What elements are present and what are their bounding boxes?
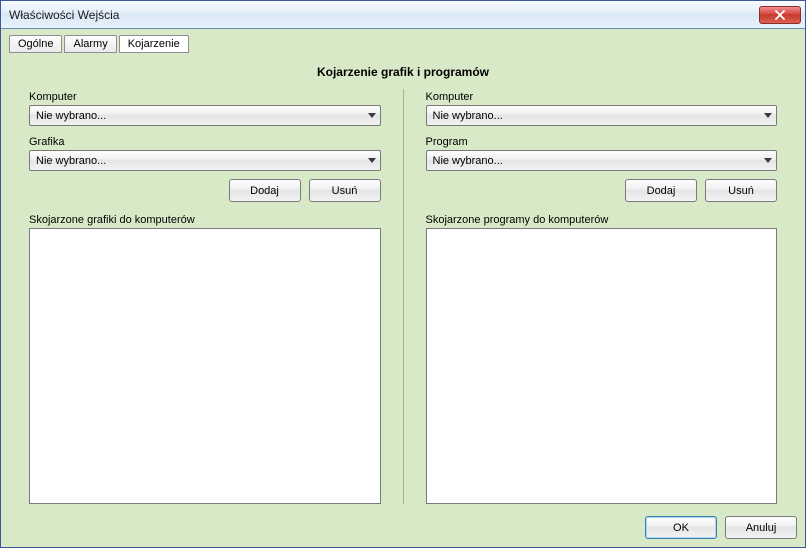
right-button-row: Dodaj Usuń <box>426 179 778 202</box>
chevron-down-icon <box>764 113 772 118</box>
columns: Komputer Nie wybrano... Grafika Nie wybr… <box>9 89 797 504</box>
right-program-label: Program <box>426 136 778 148</box>
dialog-window: Właściwości Wejścia Ogólne Alarmy Kojarz… <box>0 0 806 548</box>
left-column: Komputer Nie wybrano... Grafika Nie wybr… <box>9 89 401 504</box>
left-graphic-value: Nie wybrano... <box>36 155 364 167</box>
chevron-down-icon <box>368 158 376 163</box>
right-computer-value: Nie wybrano... <box>433 110 761 122</box>
column-divider <box>403 89 404 504</box>
left-delete-button[interactable]: Usuń <box>309 179 381 202</box>
tab-strip: Ogólne Alarmy Kojarzenie <box>9 35 797 53</box>
chevron-down-icon <box>368 113 376 118</box>
left-add-button[interactable]: Dodaj <box>229 179 301 202</box>
right-program-value: Nie wybrano... <box>433 155 761 167</box>
right-delete-button[interactable]: Usuń <box>705 179 777 202</box>
right-listbox[interactable] <box>426 228 778 504</box>
close-button[interactable] <box>759 6 801 24</box>
left-computer-dropdown[interactable]: Nie wybrano... <box>29 105 381 126</box>
window-title: Właściwości Wejścia <box>9 8 759 22</box>
cancel-button[interactable]: Anuluj <box>725 516 797 539</box>
left-button-row: Dodaj Usuń <box>29 179 381 202</box>
left-computer-value: Nie wybrano... <box>36 110 364 122</box>
page-heading: Kojarzenie grafik i programów <box>9 65 797 79</box>
right-list-label: Skojarzone programy do komputerów <box>426 214 778 226</box>
left-listbox[interactable] <box>29 228 381 504</box>
left-graphic-label: Grafika <box>29 136 381 148</box>
tab-general[interactable]: Ogólne <box>9 35 62 53</box>
right-computer-label: Komputer <box>426 91 778 103</box>
ok-button[interactable]: OK <box>645 516 717 539</box>
client-area: Ogólne Alarmy Kojarzenie Kojarzenie graf… <box>1 29 805 547</box>
right-computer-dropdown[interactable]: Nie wybrano... <box>426 105 778 126</box>
right-column: Komputer Nie wybrano... Program Nie wybr… <box>406 89 798 504</box>
right-program-dropdown[interactable]: Nie wybrano... <box>426 150 778 171</box>
dialog-footer: OK Anuluj <box>9 504 797 539</box>
tab-alarms[interactable]: Alarmy <box>64 35 116 53</box>
left-graphic-dropdown[interactable]: Nie wybrano... <box>29 150 381 171</box>
chevron-down-icon <box>764 158 772 163</box>
left-computer-label: Komputer <box>29 91 381 103</box>
titlebar: Właściwości Wejścia <box>1 1 805 29</box>
left-list-label: Skojarzone grafiki do komputerów <box>29 214 381 226</box>
close-icon <box>775 10 785 20</box>
right-add-button[interactable]: Dodaj <box>625 179 697 202</box>
tab-association[interactable]: Kojarzenie <box>119 35 189 53</box>
